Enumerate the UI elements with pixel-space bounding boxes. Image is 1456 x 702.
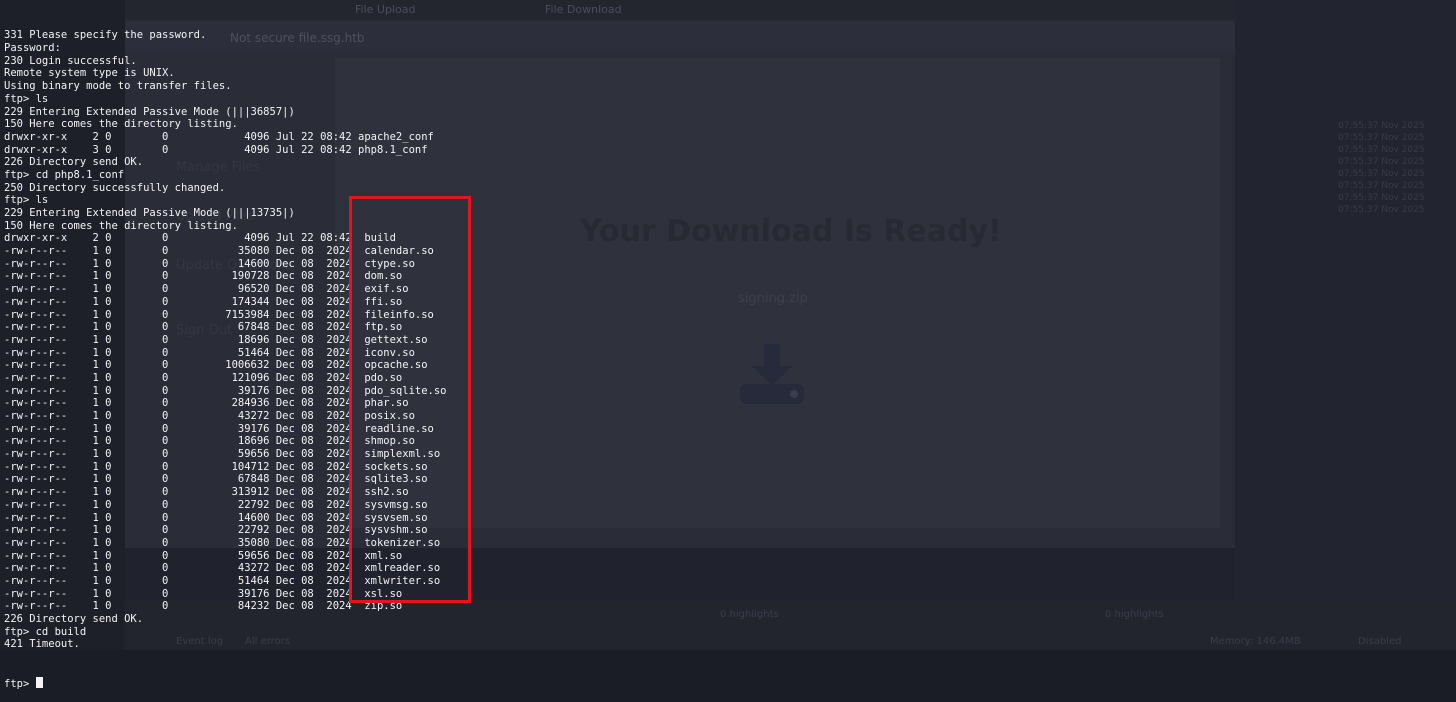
terminal-line: -rw-r--r-- 1 0 0 43272 Dec 08 2024 posix… [4,410,415,423]
terminal-line: -rw-r--r-- 1 0 0 39176 Dec 08 2024 xsl.s… [4,587,403,600]
terminal-line: -rw-r--r-- 1 0 0 190728 Dec 08 2024 dom.… [4,270,403,283]
terminal-prompt-line[interactable]: ftp> [4,676,1456,690]
terminal-line: -rw-r--r-- 1 0 0 284936 Dec 08 2024 phar… [4,397,409,410]
terminal-line: -rw-r--r-- 1 0 0 104712 Dec 08 2024 sock… [4,460,428,473]
file-list-highlight-box [349,196,471,603]
terminal-line: 229 Entering Extended Passive Mode (|||1… [4,207,295,220]
terminal-line: -rw-r--r-- 1 0 0 35080 Dec 08 2024 token… [4,536,441,549]
terminal-line: -rw-r--r-- 1 0 0 39176 Dec 08 2024 pdo_s… [4,384,447,397]
terminal-line: -rw-r--r-- 1 0 0 67848 Dec 08 2024 sqlit… [4,473,428,486]
terminal-output[interactable]: 331 Please specify the password. Password… [0,0,1456,689]
terminal-line: -rw-r--r-- 1 0 0 43272 Dec 08 2024 xmlre… [4,562,441,575]
terminal-line: 226 Directory send OK. [4,156,144,169]
terminal-line: -rw-r--r-- 1 0 0 7153984 Dec 08 2024 fil… [4,308,434,321]
terminal-line: drwxr-xr-x 2 0 0 4096 Jul 22 08:42 build [4,232,396,245]
terminal-line: -rw-r--r-- 1 0 0 313912 Dec 08 2024 ssh2… [4,486,409,499]
terminal-line: Remote system type is UNIX. [4,67,175,80]
terminal-line: 226 Directory send OK. [4,613,144,626]
terminal-line: -rw-r--r-- 1 0 0 59656 Dec 08 2024 xml.s… [4,549,403,562]
terminal-line: -rw-r--r-- 1 0 0 84232 Dec 08 2024 zip.s… [4,600,403,613]
terminal-line: -rw-r--r-- 1 0 0 59656 Dec 08 2024 simpl… [4,448,441,461]
terminal-prompt: ftp> [4,677,36,690]
terminal-line: 421 Timeout. [4,638,80,651]
terminal-cursor [35,676,43,688]
terminal-line: 250 Directory successfully changed. [4,181,226,194]
terminal-lines: 331 Please specify the password. Password… [4,29,1456,651]
terminal-line: 331 Please specify the password. [4,29,207,42]
terminal-line: ftp> cd php8.1_conf [4,168,125,181]
terminal-line: Password: [4,42,61,55]
terminal-line: -rw-r--r-- 1 0 0 22792 Dec 08 2024 sysvm… [4,498,428,511]
terminal-line: -rw-r--r-- 1 0 0 67848 Dec 08 2024 ftp.s… [4,321,403,334]
terminal-line: ftp> ls [4,92,49,105]
terminal-line: 150 Here comes the directory listing. [4,219,238,232]
terminal-line: Using binary mode to transfer files. [4,80,232,93]
terminal-line: -rw-r--r-- 1 0 0 96520 Dec 08 2024 exif.… [4,283,409,296]
terminal-line: -rw-r--r-- 1 0 0 51464 Dec 08 2024 xmlwr… [4,574,441,587]
terminal-line: -rw-r--r-- 1 0 0 39176 Dec 08 2024 readl… [4,422,434,435]
terminal-line: -rw-r--r-- 1 0 0 174344 Dec 08 2024 ffi.… [4,295,403,308]
terminal-line: 150 Here comes the directory listing. [4,118,238,131]
terminal-line: -rw-r--r-- 1 0 0 35080 Dec 08 2024 calen… [4,245,434,258]
terminal-line: -rw-r--r-- 1 0 0 14600 Dec 08 2024 sysvs… [4,511,428,524]
terminal-line: ftp> ls [4,194,49,207]
terminal-line: drwxr-xr-x 3 0 0 4096 Jul 22 08:42 php8.… [4,143,428,156]
terminal-line: -rw-r--r-- 1 0 0 1006632 Dec 08 2024 opc… [4,359,428,372]
terminal-line: ftp> cd build [4,625,87,638]
terminal-line: -rw-r--r-- 1 0 0 51464 Dec 08 2024 iconv… [4,346,415,359]
terminal-line: -rw-r--r-- 1 0 0 18696 Dec 08 2024 gette… [4,333,428,346]
terminal-line: 229 Entering Extended Passive Mode (|||3… [4,105,295,118]
terminal-line: -rw-r--r-- 1 0 0 121096 Dec 08 2024 pdo.… [4,371,403,384]
terminal-line: -rw-r--r-- 1 0 0 22792 Dec 08 2024 sysvs… [4,524,428,537]
terminal-line: -rw-r--r-- 1 0 0 18696 Dec 08 2024 shmop… [4,435,415,448]
terminal-line: 230 Login successful. [4,54,137,67]
terminal-line: -rw-r--r-- 1 0 0 14600 Dec 08 2024 ctype… [4,257,415,270]
terminal-line: drwxr-xr-x 2 0 0 4096 Jul 22 08:42 apach… [4,130,434,143]
